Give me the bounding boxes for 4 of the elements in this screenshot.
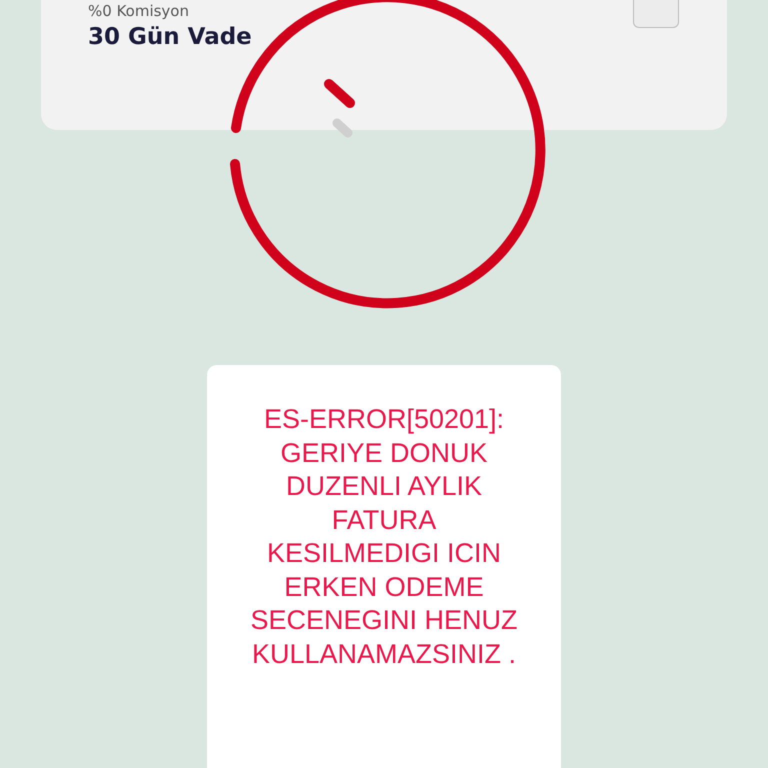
option-card[interactable]: %0 Komisyon 30 Gün Vade xyxy=(41,0,727,130)
term-title: 30 Gün Vade xyxy=(88,24,252,50)
commission-text: %0 Komisyon xyxy=(88,2,190,20)
error-message: ES-ERROR[50201]: GERIYE DONUK DUZENLI AYLIK FATURA KESILMEDIGI ICIN ERKEN ODEME SECENEGINI HENUZ KULLANAMAZSINIZ . xyxy=(249,403,519,670)
